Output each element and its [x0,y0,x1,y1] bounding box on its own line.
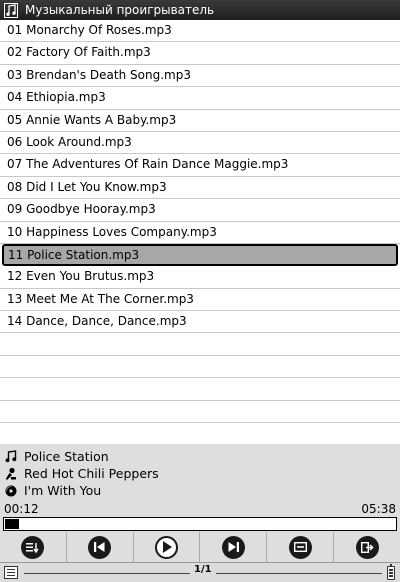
total-duration: 05:38 [361,502,396,516]
battery-icon [387,564,395,580]
now-playing-title-line: Police Station [4,448,109,465]
playlist-row[interactable]: 13 Meet Me At The Corner.mp3 [0,289,400,312]
previous-track-button[interactable] [65,532,133,562]
exit-button[interactable] [333,532,400,562]
minimize-icon [288,535,312,559]
track-title: Police Station [24,449,109,464]
empty-row [0,333,400,356]
elapsed-time: 00:12 [4,502,39,516]
playlist-row[interactable]: 09 Goodbye Hooray.mp3 [0,199,400,222]
track-album: I'm With You [24,483,102,498]
playlist-row[interactable]: 02 Factory Of Faith.mp3 [0,42,400,65]
playlist-row[interactable]: 04 Ethiopia.mp3 [0,87,400,110]
now-playing-artist-line: Red Hot Chili Peppers [4,465,159,482]
empty-row [0,423,400,446]
empty-row [0,356,400,379]
playlist-row-selected[interactable]: 11 Police Station.mp3 [2,243,398,267]
playlist-menu-button[interactable] [0,532,66,562]
status-bar: 1/1 [0,562,400,582]
music-note-icon [4,450,18,464]
progress-fill [5,519,19,529]
next-track-button[interactable] [199,532,266,562]
now-playing-album-line: I'm With You [4,482,101,499]
play-icon [155,535,179,559]
title-bar: Музыкальный проигрыватель [0,0,400,20]
window-title: Музыкальный проигрыватель [25,3,215,17]
playback-controls [0,532,400,562]
play-button[interactable] [132,532,200,562]
playlist-row[interactable]: 10 Happiness Loves Company.mp3 [0,222,400,244]
playlist-row[interactable]: 03 Brendan's Death Song.mp3 [0,65,400,88]
playlist[interactable]: 01 Monarchy Of Roses.mp3 02 Factory Of Fa… [0,20,400,446]
playlist-row[interactable]: 08 Did I Let You Know.mp3 [0,177,400,200]
minimize-button[interactable] [266,532,333,562]
album-disc-icon [4,484,18,498]
music-note-icon [0,0,22,20]
menu-icon[interactable] [4,566,18,579]
playlist-row[interactable]: 05 Annie Wants A Baby.mp3 [0,110,400,132]
exit-icon [355,535,379,559]
page-indicator: 1/1 [190,564,216,575]
empty-row [0,378,400,401]
playlist-row[interactable]: 01 Monarchy Of Roses.mp3 [0,20,400,43]
empty-row [0,401,400,424]
playlist-row[interactable]: 07 The Adventures Of Rain Dance Maggie.m… [0,154,400,177]
progress-bar[interactable] [3,517,397,531]
skip-next-icon [221,535,245,559]
playlist-row[interactable]: 14 Dance, Dance, Dance.mp3 [0,311,400,334]
playlist-row[interactable]: 12 Even You Brutus.mp3 [0,266,400,289]
playlist-icon [21,535,45,559]
skip-previous-icon [88,535,112,559]
playlist-row[interactable]: 06 Look Around.mp3 [0,132,400,155]
track-artist: Red Hot Chili Peppers [24,466,159,481]
artist-icon [4,467,18,481]
